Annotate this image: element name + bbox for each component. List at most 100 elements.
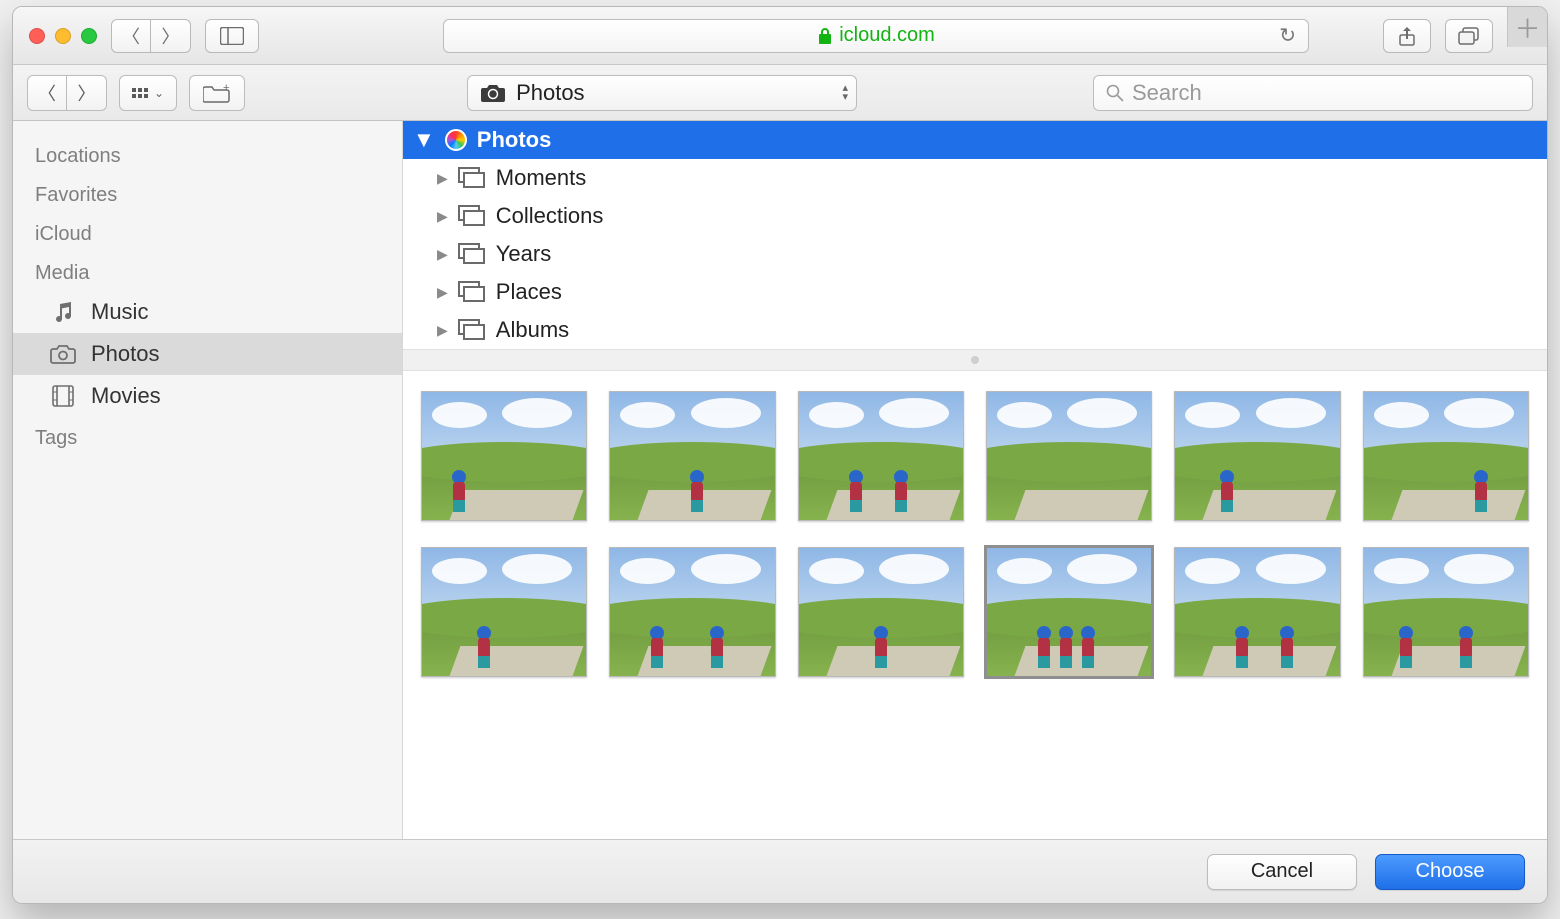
tree-item-label: Years — [496, 241, 551, 267]
chevron-down-icon: ⌄ — [154, 86, 164, 100]
search-placeholder: Search — [1132, 80, 1202, 106]
reload-button[interactable]: ↻ — [1279, 23, 1296, 48]
choose-button[interactable]: Choose — [1375, 854, 1525, 890]
chevron-left-icon: 〈 — [38, 80, 56, 106]
location-label: Photos — [516, 80, 585, 106]
disclosure-right-icon: ▶ — [437, 322, 448, 339]
browser-toolbar: 〈 〉 icloud.com ↻ — [13, 7, 1547, 65]
close-window-button[interactable] — [29, 28, 45, 44]
tabs-icon — [1458, 27, 1480, 45]
sidebar-section-tags: Tags — [13, 417, 402, 456]
stepper-icon: ▴▾ — [843, 84, 849, 102]
chevron-right-icon: 〉 — [162, 23, 180, 49]
camera-icon — [480, 83, 506, 103]
chevron-right-icon: 〉 — [78, 80, 96, 106]
grip-icon — [971, 356, 979, 364]
music-icon — [49, 300, 77, 324]
search-field[interactable]: Search — [1093, 75, 1533, 111]
disclosure-right-icon: ▶ — [437, 208, 448, 225]
sidebar-section-media: Media — [13, 252, 402, 291]
tree-item-label: Moments — [496, 165, 586, 191]
sidebar-section-icloud: iCloud — [13, 213, 402, 252]
new-tab-button[interactable]: ＋ — [1507, 7, 1547, 47]
stack-icon — [458, 167, 486, 189]
window-controls — [29, 28, 97, 44]
photos-app-icon — [445, 129, 467, 151]
sidebar-item-photos[interactable]: Photos — [13, 333, 402, 375]
photo-thumbnail[interactable] — [1363, 547, 1529, 677]
new-folder-button[interactable]: + — [189, 75, 245, 111]
view-mode-button[interactable]: ⌄ — [119, 75, 177, 111]
disclosure-right-icon: ▶ — [437, 284, 448, 301]
grid-icon — [132, 88, 148, 98]
photo-thumbnail[interactable] — [609, 391, 775, 521]
forward-button[interactable]: 〉 — [151, 19, 191, 53]
open-panel-body: Locations Favorites iCloud Media Music P… — [13, 121, 1547, 839]
sidebar-section-favorites: Favorites — [13, 174, 402, 213]
photo-thumbnail[interactable] — [1363, 391, 1529, 521]
tree-item-moments[interactable]: ▶ Moments — [403, 159, 1547, 197]
photo-thumbnail[interactable] — [798, 547, 964, 677]
sidebar-item-music[interactable]: Music — [13, 291, 402, 333]
photo-thumbnail[interactable] — [1174, 391, 1340, 521]
zoom-window-button[interactable] — [81, 28, 97, 44]
address-bar[interactable]: icloud.com ↻ — [443, 19, 1309, 53]
tabs-button[interactable] — [1445, 19, 1493, 53]
lock-icon — [817, 27, 833, 45]
sidebar-item-label: Photos — [91, 341, 160, 367]
tree-item-label: Albums — [496, 317, 569, 343]
new-folder-icon: + — [203, 83, 231, 103]
url-text: icloud.com — [839, 24, 935, 47]
splitter[interactable] — [403, 349, 1547, 371]
photo-thumbnail[interactable] — [421, 547, 587, 677]
cancel-button[interactable]: Cancel — [1207, 854, 1357, 890]
camera-icon — [49, 342, 77, 366]
minimize-window-button[interactable] — [55, 28, 71, 44]
thumbnail-grid — [421, 391, 1529, 677]
tree-item-label: Collections — [496, 203, 604, 229]
safari-window: 〈 〉 icloud.com ↻ — [12, 6, 1548, 904]
sidebar-toggle-button[interactable] — [205, 19, 259, 53]
open-panel-toolbar: 〈 〉 ⌄ + Photos ▴▾ Search — [13, 65, 1547, 121]
photo-thumbnail[interactable] — [1174, 547, 1340, 677]
main-pane: ▼ Photos ▶ Moments ▶ Collections ▶ — [403, 121, 1547, 839]
sidebar-item-label: Movies — [91, 383, 161, 409]
sidebar-item-movies[interactable]: Movies — [13, 375, 402, 417]
disclosure-down-icon: ▼ — [413, 127, 435, 153]
nav-buttons: 〈 〉 — [111, 19, 191, 53]
location-popup[interactable]: Photos ▴▾ — [467, 75, 857, 111]
panel-forward-button[interactable]: 〉 — [67, 75, 107, 111]
share-icon — [1398, 26, 1416, 46]
dialog-footer: Cancel Choose — [13, 839, 1547, 903]
share-button[interactable] — [1383, 19, 1431, 53]
chevron-left-icon: 〈 — [122, 23, 140, 49]
tree-root-photos[interactable]: ▼ Photos — [403, 121, 1547, 159]
photo-thumbnail[interactable] — [421, 391, 587, 521]
photo-thumbnail[interactable] — [986, 391, 1152, 521]
photo-thumbnail-selected[interactable] — [986, 547, 1152, 677]
disclosure-right-icon: ▶ — [437, 246, 448, 263]
tree-item-albums[interactable]: ▶ Albums — [403, 311, 1547, 349]
tree-item-collections[interactable]: ▶ Collections — [403, 197, 1547, 235]
stack-icon — [458, 319, 486, 341]
source-tree: ▼ Photos ▶ Moments ▶ Collections ▶ — [403, 121, 1547, 349]
sidebar-icon — [220, 27, 244, 45]
sidebar: Locations Favorites iCloud Media Music P… — [13, 121, 403, 839]
tree-item-places[interactable]: ▶ Places — [403, 273, 1547, 311]
thumbnail-area — [403, 371, 1547, 839]
button-label: Choose — [1416, 860, 1485, 883]
back-button[interactable]: 〈 — [111, 19, 151, 53]
photo-thumbnail[interactable] — [798, 391, 964, 521]
photo-thumbnail[interactable] — [609, 547, 775, 677]
tree-item-years[interactable]: ▶ Years — [403, 235, 1547, 273]
film-icon — [49, 384, 77, 408]
panel-back-button[interactable]: 〈 — [27, 75, 67, 111]
search-icon — [1106, 84, 1124, 102]
stack-icon — [458, 205, 486, 227]
sidebar-section-locations: Locations — [13, 135, 402, 174]
stack-icon — [458, 281, 486, 303]
button-label: Cancel — [1251, 860, 1313, 883]
svg-text:+: + — [223, 83, 229, 94]
tree-item-label: Places — [496, 279, 562, 305]
tree-root-label: Photos — [477, 127, 552, 153]
